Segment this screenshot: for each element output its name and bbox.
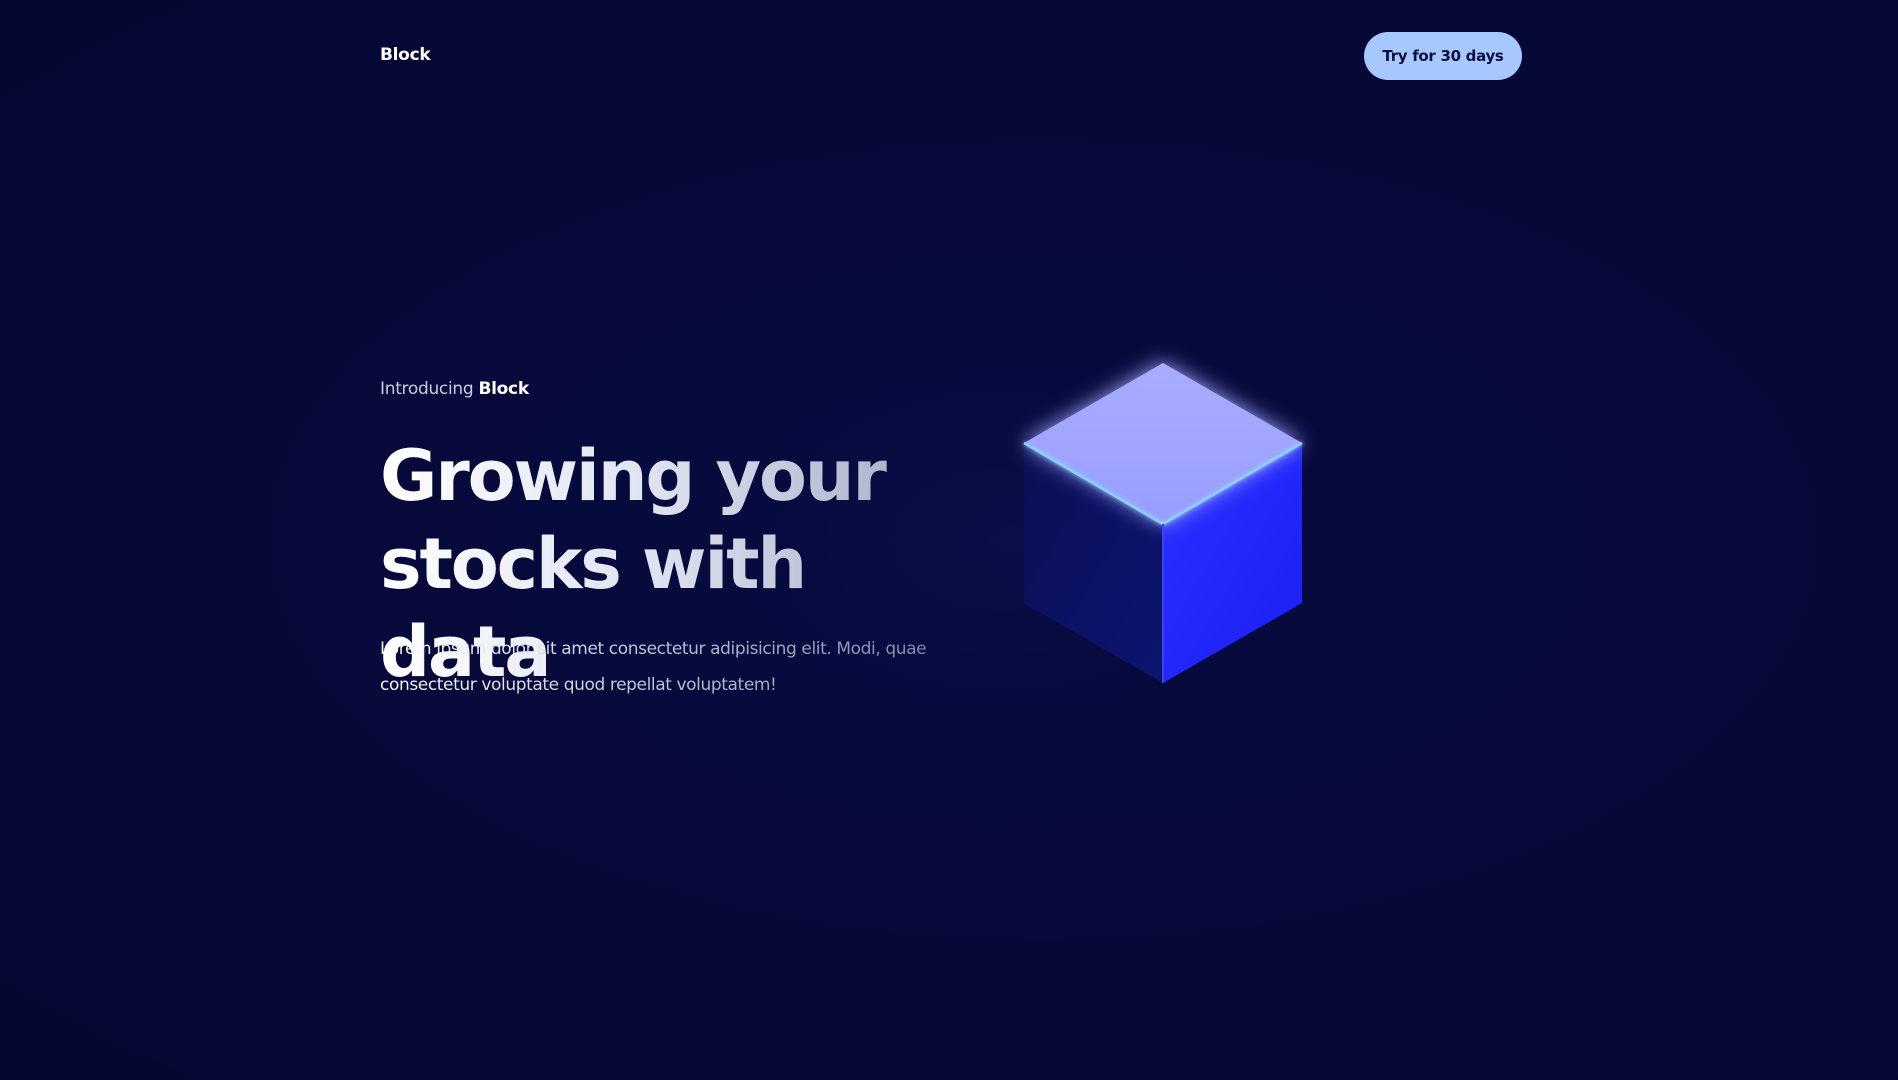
try-free-button[interactable]: Try for 30 days xyxy=(1364,32,1522,80)
landing-page: Block Try for 30 days Introducing Block … xyxy=(0,0,1898,1080)
headline-line-1: Growing your xyxy=(380,435,885,517)
logo[interactable]: Block xyxy=(380,45,431,65)
intro-prefix: Introducing xyxy=(380,379,479,399)
hero-description: Lorem ipsum dolor sit amet consectetur a… xyxy=(380,631,960,703)
cube-icon xyxy=(1023,363,1303,683)
hero-intro: Introducing Block xyxy=(380,379,529,399)
intro-brand: Block xyxy=(478,379,529,399)
